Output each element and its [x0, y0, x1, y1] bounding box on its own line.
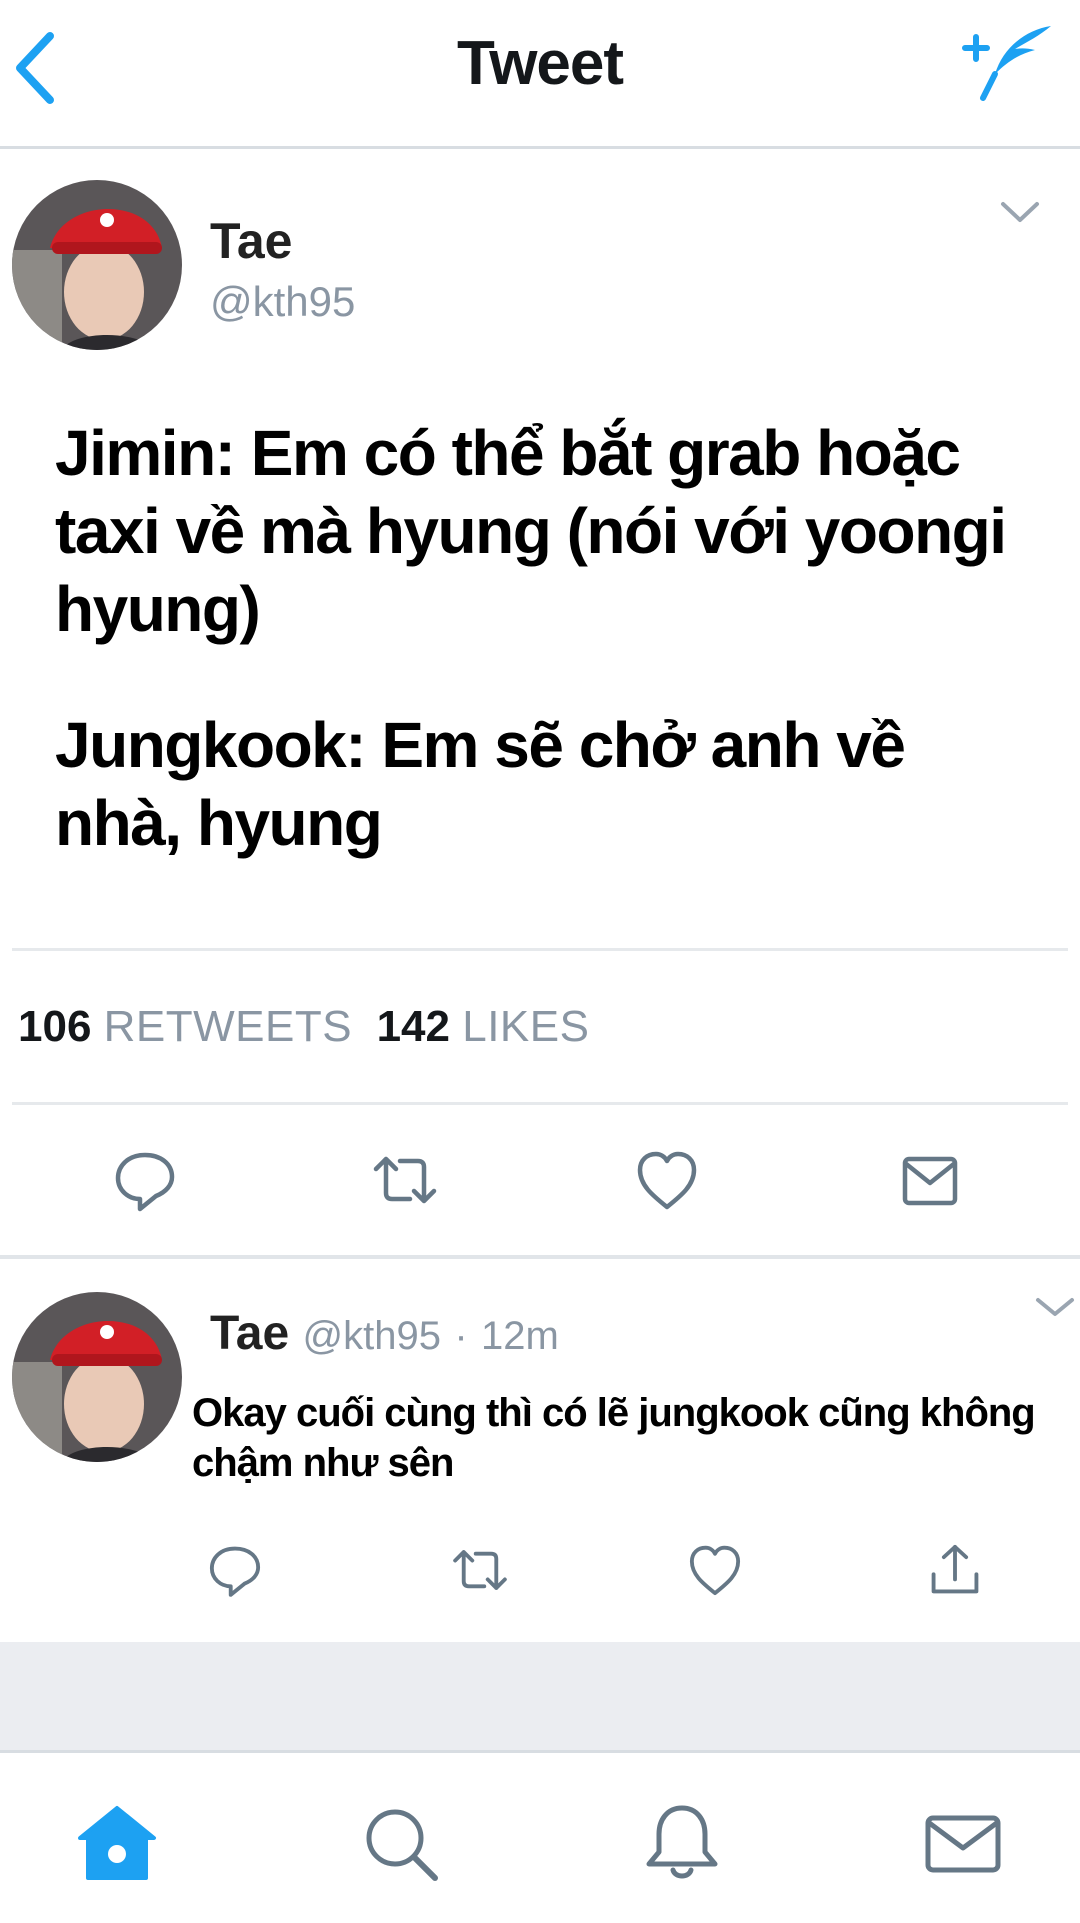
author-handle[interactable]: @kth95 [303, 1314, 441, 1358]
like-icon [637, 1151, 697, 1210]
page-title: Tweet [456, 29, 624, 98]
reply-tweet-header: Tae @kth95 · 12m [210, 1306, 559, 1361]
retweets-label: RETWEETS [103, 1002, 353, 1051]
tab-notifications[interactable] [637, 1798, 727, 1888]
tweet-text-paragraph: Jungkook: Em sẽ chở anh về nhà, hyung [55, 709, 906, 859]
divider [12, 1102, 1068, 1105]
divider [0, 1255, 1080, 1259]
like-button[interactable] [685, 1540, 745, 1600]
tab-search[interactable] [355, 1798, 445, 1888]
share-button[interactable] [925, 1540, 985, 1600]
retweet-icon [373, 1156, 437, 1204]
share-icon [931, 1544, 979, 1594]
profile-photo [12, 180, 182, 350]
chevron-down-icon [1036, 1298, 1074, 1316]
retweets-count: 106 [18, 1002, 92, 1051]
retweet-button[interactable] [450, 1540, 510, 1600]
likes-count: 142 [376, 1002, 450, 1051]
direct-message-icon [902, 1156, 958, 1206]
tweet-options-button[interactable] [1000, 198, 1040, 228]
reply-icon [115, 1152, 175, 1212]
reply-tweet-text: Okay cuối cùng thì có lẽ jungkook cũng k… [192, 1391, 1036, 1485]
author-name[interactable]: Tae [210, 1307, 289, 1360]
compose-tweet-icon [962, 26, 1051, 101]
author-name[interactable]: Tae [210, 212, 292, 270]
tab-messages[interactable] [918, 1798, 1008, 1888]
engagement-stats: 106 RETWEETS 142 LIKES [18, 1002, 589, 1052]
profile-photo [12, 1292, 182, 1462]
home-icon [78, 1806, 156, 1880]
tweet-text-paragraph: Jimin: Em có thể bắt grab hoặc taxi về m… [55, 417, 1007, 645]
avatar[interactable] [12, 180, 182, 350]
retweets-stat[interactable]: 106 RETWEETS [18, 1002, 352, 1051]
direct-message-button[interactable] [895, 1145, 965, 1215]
reply-icon [209, 1546, 261, 1597]
likes-label: LIKES [462, 1002, 590, 1051]
reply-button[interactable] [205, 1540, 265, 1600]
search-icon [366, 1809, 438, 1881]
like-button[interactable] [632, 1145, 702, 1215]
notifications-icon [646, 1805, 718, 1879]
tab-home[interactable] [72, 1798, 162, 1888]
tweet-timestamp[interactable]: 12m [481, 1314, 559, 1358]
likes-stat[interactable]: 142 LIKES [377, 1002, 590, 1051]
avatar[interactable] [12, 1292, 182, 1462]
reply-button[interactable] [110, 1145, 180, 1215]
like-icon [689, 1545, 741, 1596]
tweet-options-button[interactable] [1035, 1292, 1075, 1322]
separator-band [0, 1642, 1080, 1750]
messages-icon [925, 1815, 1001, 1873]
compose-tweet-button[interactable] [955, 18, 1055, 108]
retweet-icon [453, 1550, 507, 1590]
separator-dot: · [454, 1314, 468, 1358]
chevron-down-icon [1001, 202, 1039, 222]
author-handle[interactable]: @kth95 [210, 278, 355, 326]
retweet-button[interactable] [370, 1145, 440, 1215]
divider [12, 948, 1068, 951]
